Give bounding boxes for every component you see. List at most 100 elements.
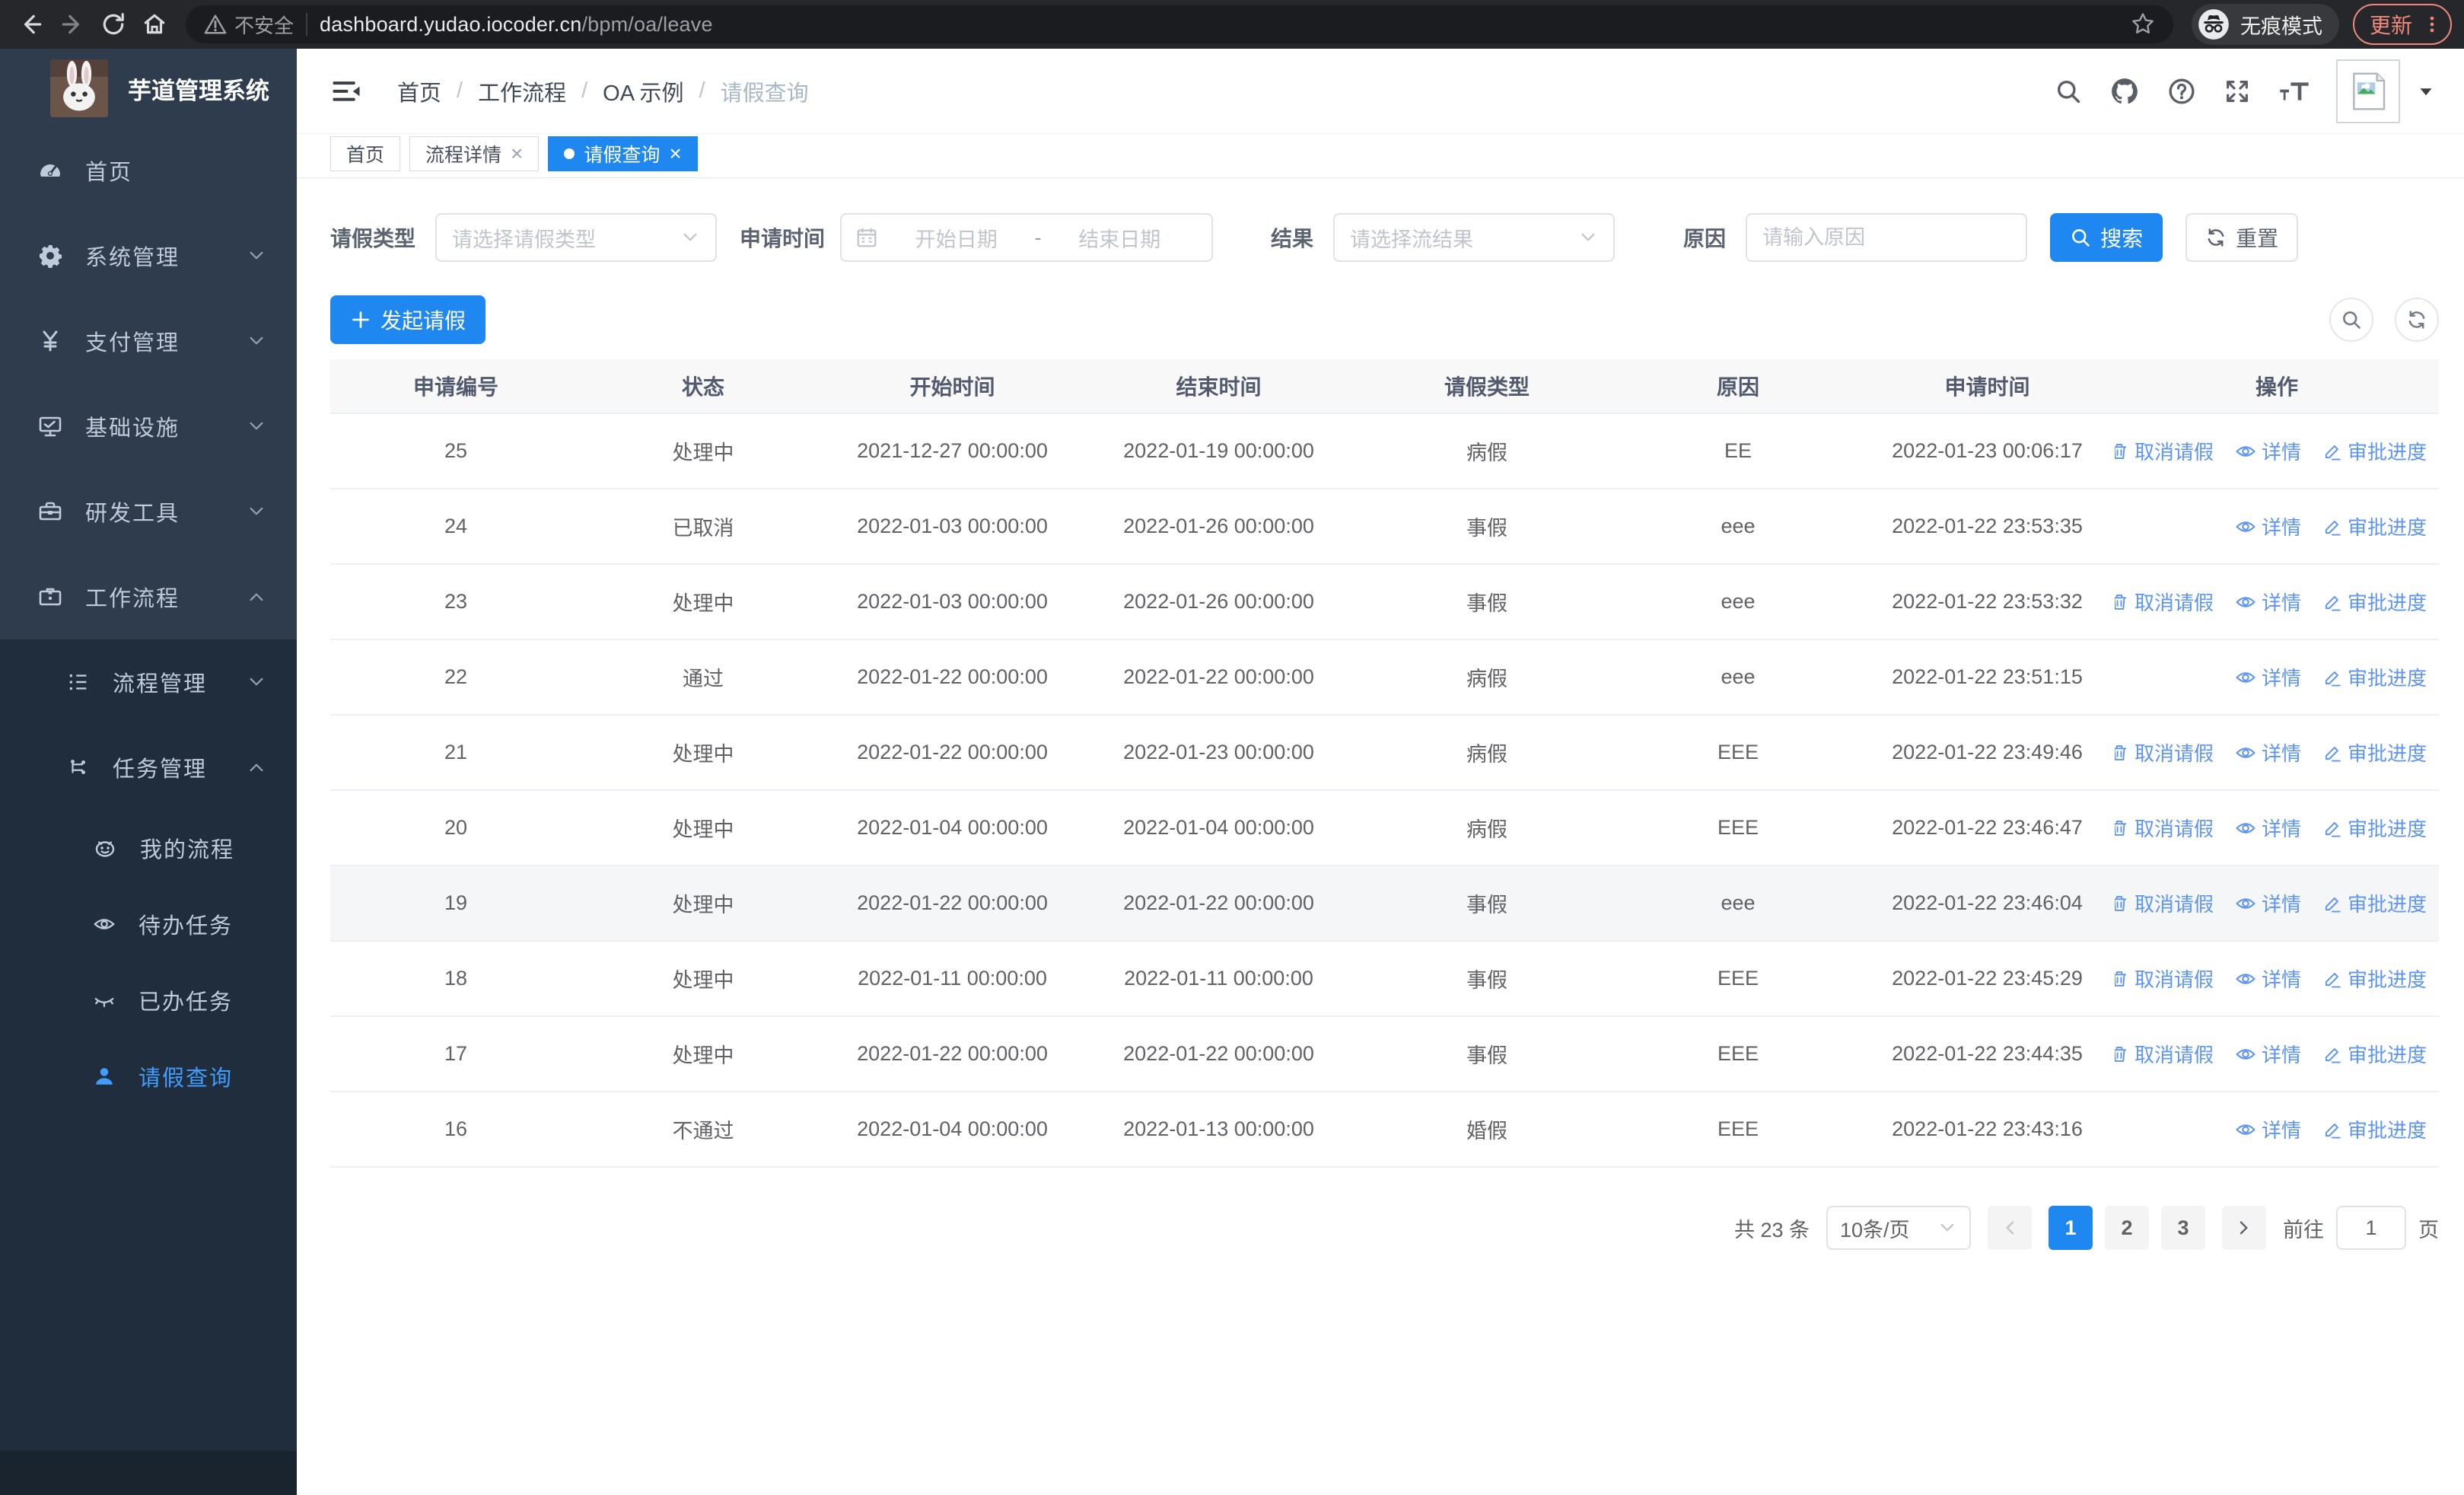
edit-icon	[2322, 517, 2342, 537]
page-button-1[interactable]: 1	[2049, 1206, 2093, 1250]
cancel-leave-link[interactable]: 取消请假	[2115, 889, 2214, 917]
cancel-leave-link[interactable]: 取消请假	[2115, 588, 2214, 616]
cell: 2022-01-22 23:43:16	[1892, 1117, 2083, 1140]
tab-leave-query[interactable]: 请假查询 ×	[548, 135, 698, 171]
eye-closed-icon	[93, 989, 116, 1012]
toolbox-icon	[38, 499, 62, 524]
reason-input[interactable]	[1762, 225, 2011, 250]
detail-link[interactable]: 详情	[2235, 738, 2301, 767]
cell: 事假	[1466, 1044, 1507, 1067]
table-row: 24 已取消 2022-01-03 00:00:00 2022-01-26 00:00…	[330, 489, 2439, 565]
search-button[interactable]	[2055, 78, 2082, 105]
leave-type-select[interactable]: 请选择请假类型	[435, 213, 718, 262]
result-select[interactable]: 请选择流结果	[1333, 213, 1616, 262]
breadcrumb-item[interactable]: 工作流程	[478, 75, 566, 107]
sidebar-item-label: 基础设施	[85, 416, 180, 441]
sidebar-item-home[interactable]: 首页	[0, 128, 297, 213]
fullscreen-button[interactable]	[2224, 78, 2251, 105]
sidebar-item-payment-management[interactable]: 支付管理	[0, 298, 297, 384]
cancel-leave-link[interactable]: 取消请假	[2115, 814, 2214, 842]
page-button-3[interactable]: 3	[2161, 1206, 2205, 1250]
detail-link[interactable]: 详情	[2235, 588, 2301, 616]
approval-progress-link[interactable]: 审批进度	[2322, 588, 2427, 616]
sidebar-item-task-management[interactable]: 任务管理	[0, 725, 297, 810]
address-bar[interactable]: 不安全 dashboard.yudao.iocoder.cn/bpm/oa/le…	[186, 5, 2173, 43]
page-button-2[interactable]: 2	[2105, 1206, 2149, 1250]
approval-progress-link[interactable]: 审批进度	[2322, 512, 2427, 540]
sidebar-item-process-management[interactable]: 流程管理	[0, 639, 297, 725]
detail-link[interactable]: 详情	[2235, 663, 2301, 691]
approval-progress-link[interactable]: 审批进度	[2322, 1115, 2427, 1143]
page-size-select[interactable]: 10条/页	[1826, 1206, 1971, 1250]
dashboard-icon	[38, 158, 62, 183]
kebab-menu-icon	[2421, 14, 2443, 35]
next-page-button[interactable]	[2222, 1206, 2266, 1250]
avatar[interactable]	[2336, 59, 2400, 123]
breadcrumb-item[interactable]: 首页	[397, 75, 441, 107]
column-header: 申请时间	[1944, 375, 2030, 399]
approval-progress-link[interactable]: 审批进度	[2322, 814, 2427, 842]
approval-progress-link[interactable]: 审批进度	[2322, 437, 2427, 465]
bookmark-star-button[interactable]	[2131, 11, 2155, 38]
detail-link[interactable]: 详情	[2235, 437, 2301, 465]
detail-link[interactable]: 详情	[2235, 512, 2301, 540]
browser-forward-button[interactable]	[53, 5, 91, 43]
sidebar-item-todo-tasks[interactable]: 待办任务	[0, 886, 297, 962]
goto-page-input[interactable]	[2336, 1206, 2406, 1250]
table-refresh-button[interactable]	[2395, 298, 2439, 342]
font-size-button[interactable]	[2278, 77, 2310, 106]
edit-icon	[2322, 668, 2342, 687]
browser-home-button[interactable]	[135, 5, 173, 43]
cancel-leave-link[interactable]: 取消请假	[2115, 738, 2214, 767]
sidebar-item-system-management[interactable]: 系统管理	[0, 213, 297, 298]
detail-link[interactable]: 详情	[2235, 889, 2301, 917]
column-header: 开始时间	[909, 375, 995, 399]
cancel-leave-link[interactable]: 取消请假	[2115, 437, 2214, 465]
github-button[interactable]	[2109, 76, 2140, 107]
sidebar-item-label: 流程管理	[113, 672, 208, 696]
security-chip[interactable]: 不安全	[204, 11, 294, 39]
tab-close-icon[interactable]: ×	[511, 142, 523, 164]
reason-input-wrap	[1746, 213, 2028, 262]
sidebar-item-workflow[interactable]: 工作流程	[0, 554, 297, 639]
create-leave-button[interactable]: 发起请假	[330, 295, 486, 344]
breadcrumb-item[interactable]: OA 示例	[603, 75, 683, 107]
detail-link[interactable]: 详情	[2235, 814, 2301, 842]
sidebar-item-dev-tools[interactable]: 研发工具	[0, 469, 297, 554]
avatar-caret-icon[interactable]	[2417, 82, 2435, 100]
table-search-button[interactable]	[2329, 298, 2373, 342]
cancel-leave-link[interactable]: 取消请假	[2115, 964, 2214, 993]
column-header: 请假类型	[1444, 375, 1530, 399]
approval-progress-link[interactable]: 审批进度	[2322, 738, 2427, 767]
help-button[interactable]	[2167, 77, 2196, 106]
tab-home[interactable]: 首页	[330, 135, 401, 171]
collapse-sidebar-button[interactable]	[330, 77, 362, 106]
approval-progress-link[interactable]: 审批进度	[2322, 964, 2427, 993]
sidebar-item-my-processes[interactable]: 我的流程	[0, 810, 297, 886]
detail-link[interactable]: 详情	[2235, 964, 2301, 993]
sidebar-item-infrastructure[interactable]: 基础设施	[0, 384, 297, 469]
sidebar-item-leave-query[interactable]: 请假查询	[0, 1038, 297, 1114]
reset-button[interactable]: 重置	[2185, 213, 2299, 262]
tab-process-detail[interactable]: 流程详情 ×	[409, 135, 540, 171]
cell: 处理中	[672, 441, 734, 464]
cell: 2022-01-22 00:00:00	[857, 1042, 1048, 1065]
sidebar-logo-row[interactable]: 芋道管理系统	[0, 49, 297, 128]
apply-time-range-input[interactable]: 开始日期 - 结束日期	[840, 213, 1214, 262]
approval-progress-link[interactable]: 审批进度	[2322, 889, 2427, 917]
search-button[interactable]: 搜索	[2050, 213, 2163, 262]
detail-link[interactable]: 详情	[2235, 1040, 2301, 1068]
approval-progress-link[interactable]: 审批进度	[2322, 663, 2427, 691]
sidebar-item-done-tasks[interactable]: 已办任务	[0, 962, 297, 1038]
cancel-leave-link[interactable]: 取消请假	[2115, 1040, 2214, 1068]
browser-back-button[interactable]	[12, 5, 50, 43]
delete-icon	[2115, 1044, 2129, 1064]
tab-close-icon[interactable]: ×	[669, 142, 681, 164]
approval-progress-link[interactable]: 审批进度	[2322, 1040, 2427, 1068]
actions-cell: 取消请假 详情 审批进度	[2115, 889, 2439, 917]
browser-update-button[interactable]: 更新	[2352, 4, 2452, 45]
browser-reload-button[interactable]	[94, 5, 132, 43]
prev-page-button[interactable]	[1988, 1206, 2032, 1250]
detail-link[interactable]: 详情	[2235, 1115, 2301, 1143]
chevron-down-icon	[1578, 228, 1598, 247]
